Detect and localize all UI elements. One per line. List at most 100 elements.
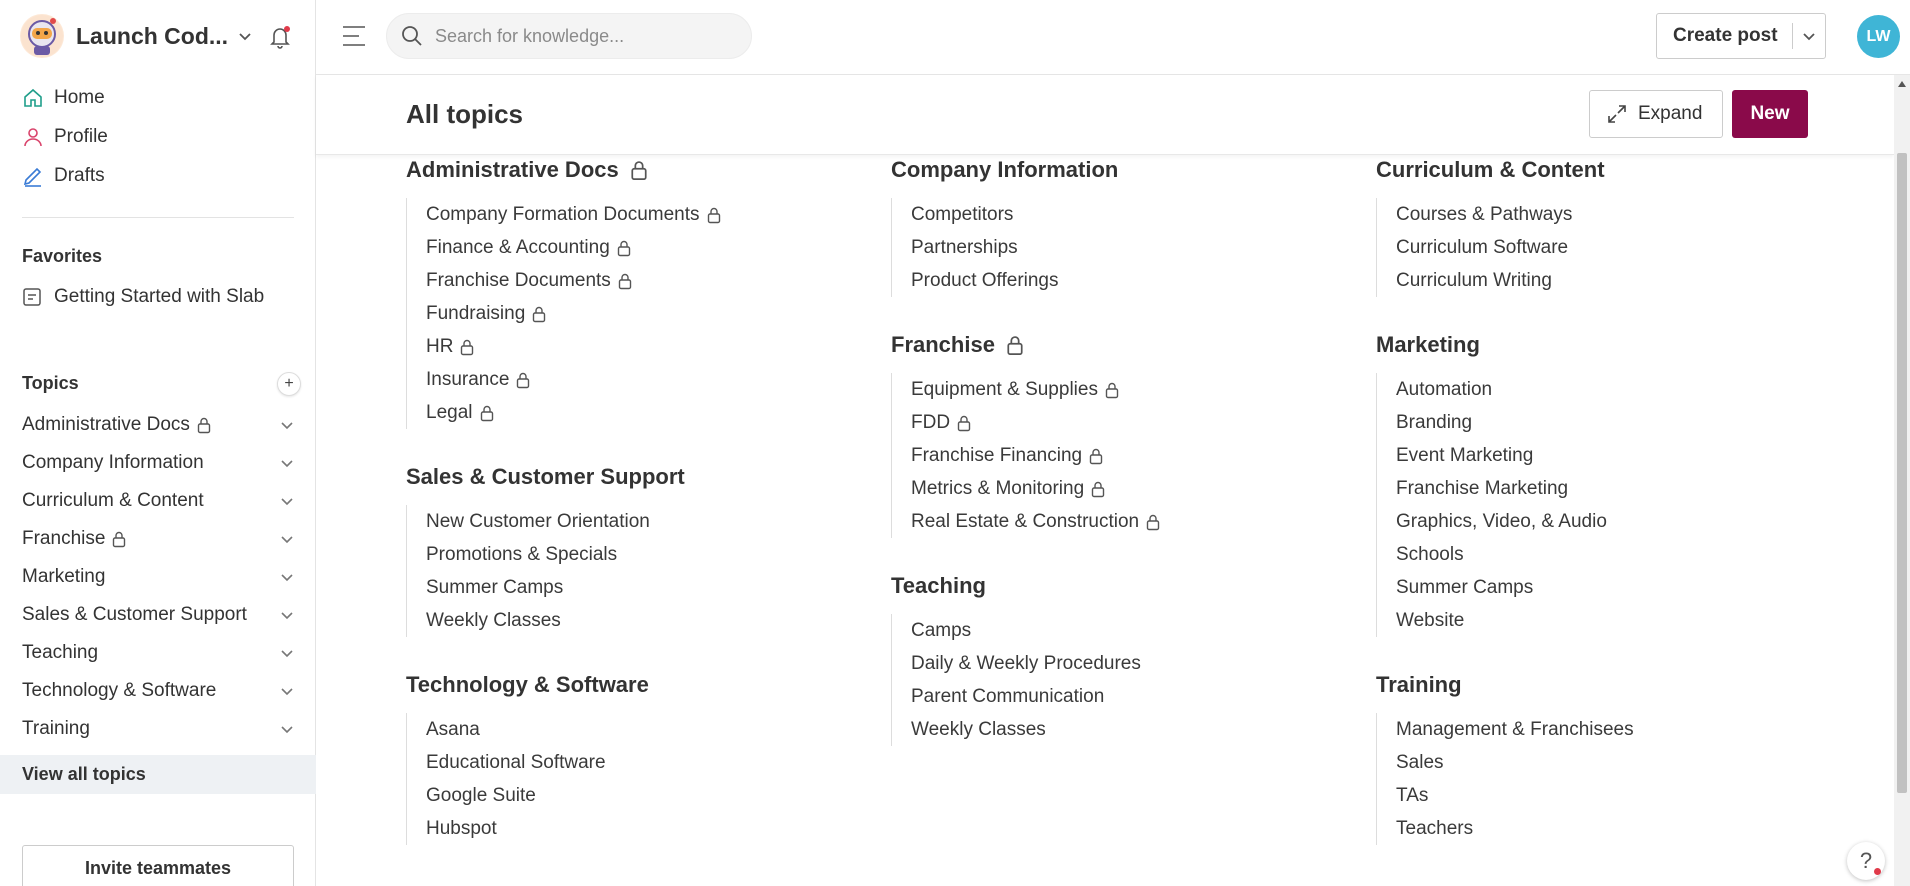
sidebar-topic-text: Technology & Software (22, 680, 217, 701)
subtopic-link[interactable]: FDD (911, 406, 1371, 439)
topic-group-title[interactable]: Training (1376, 671, 1856, 699)
subtopic-link[interactable]: Graphics, Video, & Audio (1396, 505, 1856, 538)
chevron-down-icon[interactable] (280, 570, 294, 584)
view-all-topics-link[interactable]: View all topics (0, 755, 316, 794)
subtopic-link[interactable]: Branding (1396, 406, 1856, 439)
lock-icon (617, 240, 630, 256)
subtopic-link[interactable]: Curriculum Software (1396, 231, 1856, 264)
sidebar-topic-item[interactable]: Administrative Docs (0, 406, 316, 444)
topic-group-title[interactable]: Marketing (1376, 331, 1856, 359)
chevron-down-icon[interactable] (280, 684, 294, 698)
create-post-dropdown[interactable] (1793, 29, 1825, 43)
user-avatar[interactable]: LW (1857, 15, 1900, 58)
chevron-down-icon[interactable] (280, 418, 294, 432)
chevron-down-icon[interactable] (280, 532, 294, 546)
nav-item-drafts[interactable]: Drafts (22, 156, 108, 195)
create-post-button[interactable]: Create post (1656, 13, 1826, 59)
subtopic-link[interactable]: TAs (1396, 779, 1856, 812)
subtopic-link[interactable]: Weekly Classes (911, 713, 1371, 746)
chevron-down-icon[interactable] (280, 646, 294, 660)
subtopic-link[interactable]: Equipment & Supplies (911, 373, 1371, 406)
chevron-down-icon[interactable] (280, 722, 294, 736)
new-topic-button[interactable]: New (1732, 90, 1808, 138)
sidebar-topic-item[interactable]: Sales & Customer Support (0, 596, 316, 634)
subtopic-link[interactable]: Insurance (426, 363, 886, 396)
sidebar-topic-item[interactable]: Technology & Software (0, 672, 316, 710)
subtopic-link[interactable]: Fundraising (426, 297, 886, 330)
sidebar-topic-item[interactable]: Marketing (0, 558, 316, 596)
subtopic-link[interactable]: Asana (426, 713, 886, 746)
scroll-up-arrow-icon[interactable] (1898, 81, 1906, 87)
nav-item-profile[interactable]: Profile (22, 117, 108, 156)
search-input[interactable] (435, 25, 735, 47)
subtopic-list: Equipment & Supplies FDD Franchise Financi… (891, 373, 1371, 538)
sidebar-topic-item[interactable]: Company Information (0, 444, 316, 482)
subtopic-list: Asana Educational Software Google Suite Hub… (406, 713, 886, 845)
topic-group-title[interactable]: Curriculum & Content (1376, 156, 1856, 184)
subtopic-link[interactable]: Legal (426, 396, 886, 429)
sidebar-topic-text: Marketing (22, 566, 106, 587)
subtopic-link[interactable]: Franchise Financing (911, 439, 1371, 472)
subtopic-link[interactable]: Website (1396, 604, 1856, 637)
subtopic-label: Website (1396, 610, 1465, 631)
subtopic-link[interactable]: Franchise Documents (426, 264, 886, 297)
subtopic-label: Event Marketing (1396, 445, 1534, 466)
subtopic-link[interactable]: Partnerships (911, 231, 1371, 264)
subtopic-link[interactable]: HR (426, 330, 886, 363)
subtopic-link[interactable]: Courses & Pathways (1396, 198, 1856, 231)
sidebar-topic-item[interactable]: Curriculum & Content (0, 482, 316, 520)
subtopic-link[interactable]: Google Suite (426, 779, 886, 812)
subtopic-label: Promotions & Specials (426, 544, 618, 565)
topic-group-title[interactable]: Technology & Software (406, 671, 886, 699)
search-bar[interactable] (386, 13, 752, 59)
expand-button[interactable]: Expand (1589, 90, 1723, 138)
subtopic-link[interactable]: Automation (1396, 373, 1856, 406)
subtopic-link[interactable]: Management & Franchisees (1396, 713, 1856, 746)
subtopic-link[interactable]: Real Estate & Construction (911, 505, 1371, 538)
chevron-down-icon[interactable] (280, 608, 294, 622)
subtopic-link[interactable]: Event Marketing (1396, 439, 1856, 472)
subtopic-link[interactable]: Sales (1396, 746, 1856, 779)
topic-group-title[interactable]: Company Information (891, 156, 1371, 184)
sidebar-topic-text: Teaching (22, 642, 99, 663)
subtopic-link[interactable]: Schools (1396, 538, 1856, 571)
favorite-item[interactable]: Getting Started with Slab (22, 286, 264, 308)
topic-group-title[interactable]: Sales & Customer Support (406, 463, 886, 491)
sidebar-topic-item[interactable]: Training (0, 710, 316, 748)
org-switcher[interactable]: Launch Cod... (20, 14, 300, 58)
subtopic-link[interactable]: Curriculum Writing (1396, 264, 1856, 297)
subtopic-link[interactable]: Teachers (1396, 812, 1856, 845)
subtopic-link[interactable]: Finance & Accounting (426, 231, 886, 264)
subtopic-link[interactable]: Promotions & Specials (426, 538, 886, 571)
subtopic-link[interactable]: Product Offerings (911, 264, 1371, 297)
subtopic-link[interactable]: Weekly Classes (426, 604, 886, 637)
subtopic-link[interactable]: Summer Camps (426, 571, 886, 604)
scrollbar[interactable] (1894, 75, 1910, 886)
subtopic-label: Weekly Classes (911, 719, 1046, 740)
topic-group-title[interactable]: Teaching (891, 572, 1371, 600)
sidebar-topic-item[interactable]: Franchise (0, 520, 316, 558)
subtopic-link[interactable]: Competitors (911, 198, 1371, 231)
subtopic-link[interactable]: New Customer Orientation (426, 505, 886, 538)
subtopic-link[interactable]: Educational Software (426, 746, 886, 779)
hamburger-menu-icon[interactable] (340, 22, 368, 50)
chevron-down-icon[interactable] (280, 456, 294, 470)
subtopic-link[interactable]: Franchise Marketing (1396, 472, 1856, 505)
subtopic-label: Google Suite (426, 785, 536, 806)
chevron-down-icon[interactable] (280, 494, 294, 508)
nav-item-home[interactable]: Home (22, 78, 108, 117)
subtopic-link[interactable]: Daily & Weekly Procedures (911, 647, 1371, 680)
subtopic-link[interactable]: Company Formation Documents (426, 198, 886, 231)
subtopic-link[interactable]: Camps (911, 614, 1371, 647)
topic-group-title[interactable]: Franchise (891, 331, 1371, 359)
topic-group-title[interactable]: Administrative Docs (406, 156, 886, 184)
subtopic-link[interactable]: Hubspot (426, 812, 886, 845)
subtopic-link[interactable]: Parent Communication (911, 680, 1371, 713)
sidebar-topic-item[interactable]: Teaching (0, 634, 316, 672)
invite-teammates-button[interactable]: Invite teammates (22, 845, 294, 886)
notification-bell-icon[interactable] (266, 22, 294, 50)
subtopic-link[interactable]: Summer Camps (1396, 571, 1856, 604)
add-topic-button[interactable]: + (277, 372, 301, 396)
subtopic-link[interactable]: Metrics & Monitoring (911, 472, 1371, 505)
scrollbar-thumb[interactable] (1897, 153, 1907, 793)
